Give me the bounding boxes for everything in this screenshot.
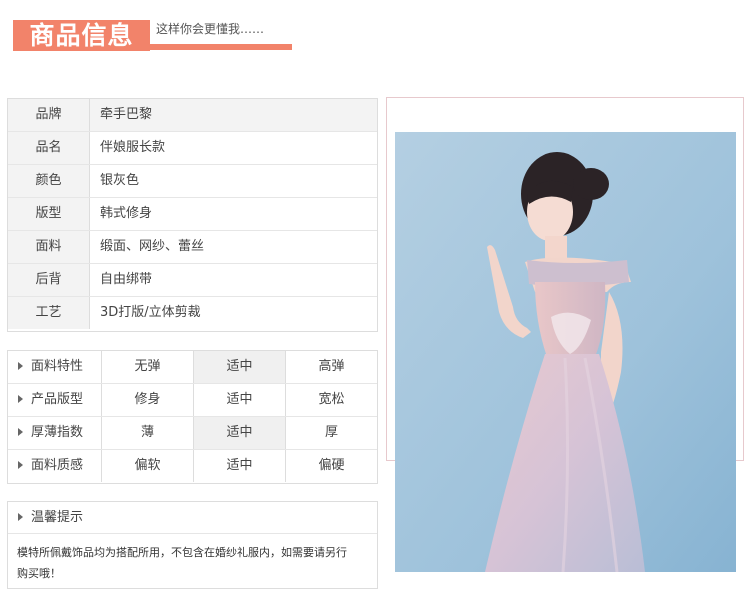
attr-option-selected: 适中 xyxy=(194,417,286,449)
attr-option: 无弹 xyxy=(102,351,194,383)
attr-option: 宽松 xyxy=(318,392,345,407)
attr-option: 高弹 xyxy=(318,359,345,374)
model-illustration xyxy=(395,132,736,572)
tips-box: 温馨提示 模特所佩戴饰品均为搭配所用，不包含在婚纱礼服内，如需要请另行 购买哦！ xyxy=(7,501,378,589)
info-row-fabric: 面料 缎面、网纱、蕾丝 xyxy=(8,231,377,264)
caret-right-icon xyxy=(18,427,23,436)
tips-line: 模特所佩戴饰品均为搭配所用，不包含在婚纱礼服内，如需要请另行 xyxy=(17,546,347,559)
tips-header: 温馨提示 xyxy=(8,502,377,534)
info-key: 品名 xyxy=(8,132,90,164)
section-subtitle: 这样你会更懂我…… xyxy=(156,22,265,36)
attr-row-fit: 产品版型 修身 适中 宽松 xyxy=(8,384,377,417)
attr-option: 修身 xyxy=(102,384,194,416)
info-key: 面料 xyxy=(8,231,90,263)
attr-key-label: 厚薄指数 xyxy=(31,425,84,440)
info-row-back: 后背 自由绑带 xyxy=(8,264,377,297)
attr-row-thickness: 厚薄指数 薄 适中 厚 xyxy=(8,417,377,450)
model-photo xyxy=(395,132,736,572)
info-key: 工艺 xyxy=(8,297,90,329)
tips-title: 温馨提示 xyxy=(31,510,84,525)
attr-option: 适中 xyxy=(194,450,286,482)
section-title: 商品信息 xyxy=(29,21,134,50)
info-row-craft: 工艺 3D打版/立体剪裁 xyxy=(8,297,377,330)
product-info-table: 品牌 牵手巴黎 品名 伴娘服长款 颜色 银灰色 版型 韩式修身 面料 缎面、网纱… xyxy=(7,98,378,332)
info-value: 伴娘服长款 xyxy=(100,140,166,155)
caret-right-icon xyxy=(18,394,23,403)
attr-option: 薄 xyxy=(102,417,194,449)
info-value: 银灰色 xyxy=(100,173,140,188)
info-key: 版型 xyxy=(8,198,90,230)
attr-option-selected: 适中 xyxy=(194,351,286,383)
info-value: 3D打版/立体剪裁 xyxy=(100,305,201,320)
caret-right-icon xyxy=(18,460,23,469)
info-row-color: 颜色 银灰色 xyxy=(8,165,377,198)
info-key: 后背 xyxy=(8,264,90,296)
attr-key-label: 产品版型 xyxy=(31,392,84,407)
attr-option: 适中 xyxy=(194,384,286,416)
attr-key: 厚薄指数 xyxy=(8,417,102,449)
tips-line: 购买哦！ xyxy=(17,567,61,580)
tips-text: 模特所佩戴饰品均为搭配所用，不包含在婚纱礼服内，如需要请另行 购买哦！ xyxy=(17,542,373,584)
attr-key-label: 面料特性 xyxy=(31,359,84,374)
info-value: 牵手巴黎 xyxy=(100,107,153,122)
title-underline xyxy=(150,44,292,50)
attr-row-stretch: 面料特性 无弹 适中 高弹 xyxy=(8,351,377,384)
attr-key: 产品版型 xyxy=(8,384,102,416)
info-value: 韩式修身 xyxy=(100,206,153,221)
attr-key: 面料特性 xyxy=(8,351,102,383)
info-value: 缎面、网纱、蕾丝 xyxy=(100,239,205,254)
attr-row-texture: 面料质感 偏软 适中 偏硬 xyxy=(8,450,377,483)
info-row-name: 品名 伴娘服长款 xyxy=(8,132,377,165)
attr-key: 面料质感 xyxy=(8,450,102,482)
fabric-attribute-grid: 面料特性 无弹 适中 高弹 产品版型 修身 适中 宽松 厚薄指数 薄 适中 厚 … xyxy=(7,350,378,484)
attr-key-label: 面料质感 xyxy=(31,458,84,473)
attr-option: 偏硬 xyxy=(318,458,345,473)
info-row-brand: 品牌 牵手巴黎 xyxy=(8,99,377,132)
info-key: 品牌 xyxy=(8,99,90,131)
attr-option: 厚 xyxy=(324,425,338,440)
caret-right-icon xyxy=(18,512,23,521)
info-key: 颜色 xyxy=(8,165,90,197)
info-row-fit: 版型 韩式修身 xyxy=(8,198,377,231)
attr-option: 偏软 xyxy=(102,450,194,482)
caret-right-icon xyxy=(18,361,23,370)
info-value: 自由绑带 xyxy=(100,272,153,287)
